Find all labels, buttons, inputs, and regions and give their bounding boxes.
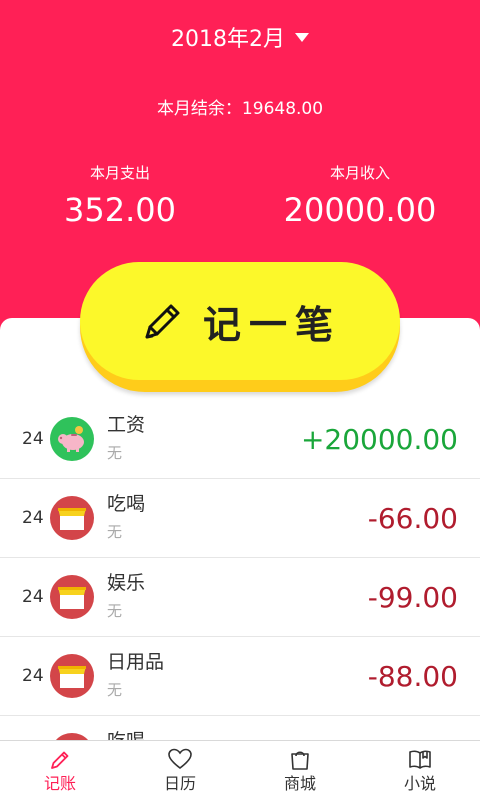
- add-record-button[interactable]: 记一笔: [80, 262, 400, 392]
- monthly-income: 本月收入 20000.00: [240, 162, 480, 232]
- tab-bookkeeping[interactable]: 记账: [0, 741, 120, 801]
- record-amount: -66.00: [367, 502, 458, 535]
- record-list: 24 工资 无 +20000.00 24 吃喝 无 -66.00 24 娱乐 无…: [0, 400, 480, 748]
- shopping-bag-icon: [291, 751, 309, 770]
- caret-down-icon: [295, 32, 309, 42]
- record-category: 日用品: [107, 651, 165, 673]
- bottom-tab-bar: 记账 日历 商城 小说: [0, 740, 480, 801]
- piggy-bank-icon: [50, 417, 94, 461]
- record-note: 无: [107, 602, 123, 620]
- shop-icon: [50, 575, 94, 619]
- pencil-icon: [51, 751, 69, 769]
- income-label: 本月收入: [329, 164, 390, 182]
- record-day: 24: [22, 587, 44, 607]
- add-record-button-face: 记一笔: [80, 262, 400, 380]
- record-row[interactable]: 24 吃喝 无 -66.00: [0, 479, 480, 558]
- pencil-icon: [145, 304, 180, 339]
- record-row[interactable]: 24 日用品 无 -88.00: [0, 637, 480, 716]
- tab-label: 小说: [403, 774, 436, 793]
- tab-label: 商城: [283, 774, 316, 793]
- record-day: 24: [22, 508, 44, 528]
- tab-mall[interactable]: 商城: [240, 741, 360, 801]
- record-note: 无: [107, 523, 123, 541]
- month-selector[interactable]: 2018年2月: [0, 22, 480, 58]
- record-category: 工资: [107, 414, 146, 436]
- income-value: 20000.00: [283, 191, 437, 229]
- expense-value: 352.00: [64, 191, 176, 229]
- book-icon: [409, 750, 431, 769]
- record-amount: -88.00: [367, 660, 458, 693]
- expense-label: 本月支出: [89, 164, 150, 182]
- tab-label: 记账: [43, 774, 76, 793]
- record-row[interactable]: 24 工资 无 +20000.00: [0, 400, 480, 479]
- record-day: 24: [22, 666, 44, 686]
- tab-novel[interactable]: 小说: [360, 741, 480, 801]
- record-category: 吃喝: [107, 493, 146, 515]
- record-note: 无: [107, 681, 123, 699]
- tab-label: 日历: [163, 774, 196, 793]
- monthly-expense: 本月支出 352.00: [0, 162, 240, 232]
- heart-icon: [168, 748, 192, 770]
- record-amount: -99.00: [367, 581, 458, 614]
- month-label: 2018年2月: [171, 27, 285, 52]
- add-record-label: 记一笔: [202, 302, 341, 347]
- record-day: 24: [22, 429, 44, 449]
- tab-calendar[interactable]: 日历: [120, 741, 240, 801]
- shop-icon: [50, 654, 94, 698]
- shop-icon: [50, 496, 94, 540]
- record-category: 娱乐: [107, 572, 146, 594]
- record-amount: +20000.00: [300, 423, 458, 456]
- record-note: 无: [107, 444, 123, 462]
- monthly-balance: 本月结余：19648.00: [156, 99, 324, 119]
- record-row[interactable]: 24 娱乐 无 -99.00: [0, 558, 480, 637]
